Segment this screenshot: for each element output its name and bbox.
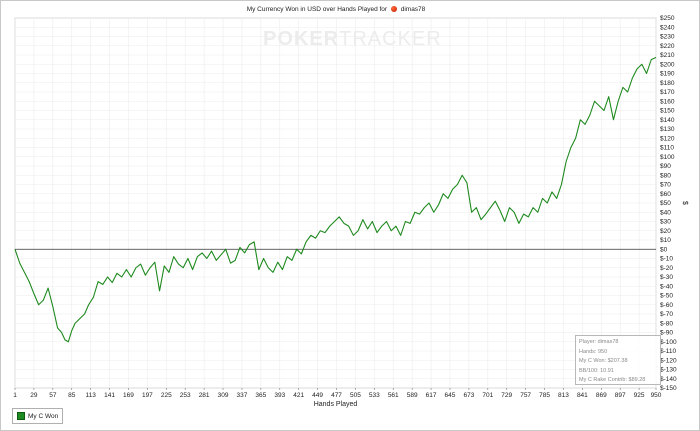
- x-tick-label: 645: [445, 392, 456, 399]
- x-tick-label: 85: [68, 392, 76, 399]
- y-tick-label: $-40: [660, 283, 673, 290]
- series-layer[interactable]: [14, 56, 657, 343]
- x-tick-label: 757: [520, 392, 531, 399]
- y-tick-label: $130: [660, 126, 675, 133]
- x-tick-label: 421: [293, 392, 304, 399]
- x-tick-label: 617: [426, 392, 437, 399]
- stats-won: My C Won: $207.38: [579, 358, 628, 364]
- x-tick-label: 950: [651, 392, 662, 399]
- y-tick-label: $-80: [660, 320, 673, 327]
- y-tick-label: $150: [660, 108, 675, 115]
- y-tick-label: $-130: [660, 367, 677, 374]
- x-tick-label: 869: [596, 392, 607, 399]
- y-axis-label: $: [681, 201, 688, 205]
- y-tick-label: $70: [660, 182, 671, 189]
- y-tick-label: $110: [660, 145, 674, 152]
- x-tick-label: 113: [85, 392, 96, 399]
- x-tick-label: 841: [577, 392, 588, 399]
- y-tick-label: $20: [660, 228, 671, 235]
- x-tick-label: 57: [49, 392, 57, 399]
- y-tick-label: $90: [660, 163, 671, 170]
- y-tick-label: $220: [660, 43, 675, 50]
- legend-label: My C Won: [28, 412, 59, 420]
- y-tick-label: $240: [660, 24, 675, 31]
- y-tick-label: $170: [660, 89, 675, 96]
- y-tick-label: $-150: [660, 385, 677, 392]
- stats-bb100: BB/100: 10.91: [579, 367, 614, 374]
- legend-swatch-icon: [17, 412, 25, 420]
- y-tick-label: $-100: [660, 339, 677, 346]
- x-tick-label: 897: [615, 392, 626, 399]
- y-tick-label: $0: [660, 246, 668, 253]
- y-tick-label: $160: [660, 98, 675, 105]
- x-tick-label: 589: [407, 392, 418, 399]
- stats-hands: Hands: 950: [579, 348, 608, 355]
- y-tick-label: $190: [660, 71, 675, 78]
- x-tick-label: 1: [13, 392, 17, 399]
- y-tick-label: $-30: [660, 274, 673, 281]
- y-tick-label: $-110: [660, 348, 677, 355]
- y-tick-label: $50: [660, 200, 671, 207]
- x-tick-label: 141: [104, 392, 115, 399]
- x-tick-label: 729: [501, 392, 512, 399]
- x-tick-label: 197: [142, 392, 153, 399]
- stats-summary-box: Player: dimas78 Hands: 950 My C Won: $20…: [575, 335, 661, 385]
- y-tick-label: $10: [660, 237, 671, 244]
- x-axis-label: Hands Played: [314, 401, 358, 408]
- x-tick-label: 365: [255, 392, 266, 399]
- y-tick-label: $100: [660, 154, 675, 161]
- x-tick-label: 477: [331, 392, 342, 399]
- y-tick-label: $180: [660, 80, 675, 87]
- stats-rake: My C Rake Contrib: $89.28: [579, 377, 646, 383]
- x-tick-label: 393: [274, 392, 285, 399]
- y-tick-label: $-90: [660, 330, 673, 337]
- chart-legend[interactable]: My C Won: [12, 408, 64, 424]
- y-tick-label: $-70: [660, 311, 673, 318]
- x-tick-label: 225: [161, 392, 172, 399]
- y-tick-label: $-140: [660, 376, 677, 383]
- x-tick-label: 309: [218, 392, 229, 399]
- x-tick-label: 281: [199, 392, 210, 399]
- y-tick-label: $-50: [660, 293, 673, 300]
- y-tick-label: $-20: [660, 265, 673, 272]
- x-tick-label: 169: [123, 392, 134, 399]
- grid-layer: [14, 17, 657, 389]
- x-tick-label: 925: [634, 392, 645, 399]
- x-tick-label: 337: [237, 392, 248, 399]
- stats-player: Player: dimas78: [579, 339, 619, 345]
- y-tick-label: $80: [660, 172, 671, 179]
- y-tick-label: $230: [660, 34, 675, 41]
- x-tick-label: 701: [482, 392, 493, 399]
- y-tick-label: $210: [660, 52, 675, 59]
- x-tick-label: 533: [369, 392, 380, 399]
- series-line-my-c-won[interactable]: [14, 56, 657, 343]
- x-tick-label: 449: [312, 392, 323, 399]
- x-tick-label: 29: [30, 392, 38, 399]
- y-tick-label: $30: [660, 219, 671, 226]
- y-tick-label: $60: [660, 191, 671, 198]
- y-tick-label: $250: [660, 15, 675, 22]
- x-tick-label: 505: [350, 392, 361, 399]
- y-tick-label: $-10: [660, 256, 673, 263]
- y-tick-label: $140: [660, 117, 675, 124]
- x-tick-label: 813: [558, 392, 569, 399]
- y-tick-label: $120: [660, 135, 675, 142]
- x-tick-label: 561: [388, 392, 399, 399]
- y-tick-label: $-60: [660, 302, 673, 309]
- y-tick-label: $-120: [660, 357, 677, 364]
- y-tick-label: $40: [660, 209, 671, 216]
- x-tick-label: 785: [539, 392, 550, 399]
- x-tick-label: 253: [180, 392, 191, 399]
- y-tick-label: $200: [660, 61, 675, 68]
- x-tick-label: 673: [463, 392, 474, 399]
